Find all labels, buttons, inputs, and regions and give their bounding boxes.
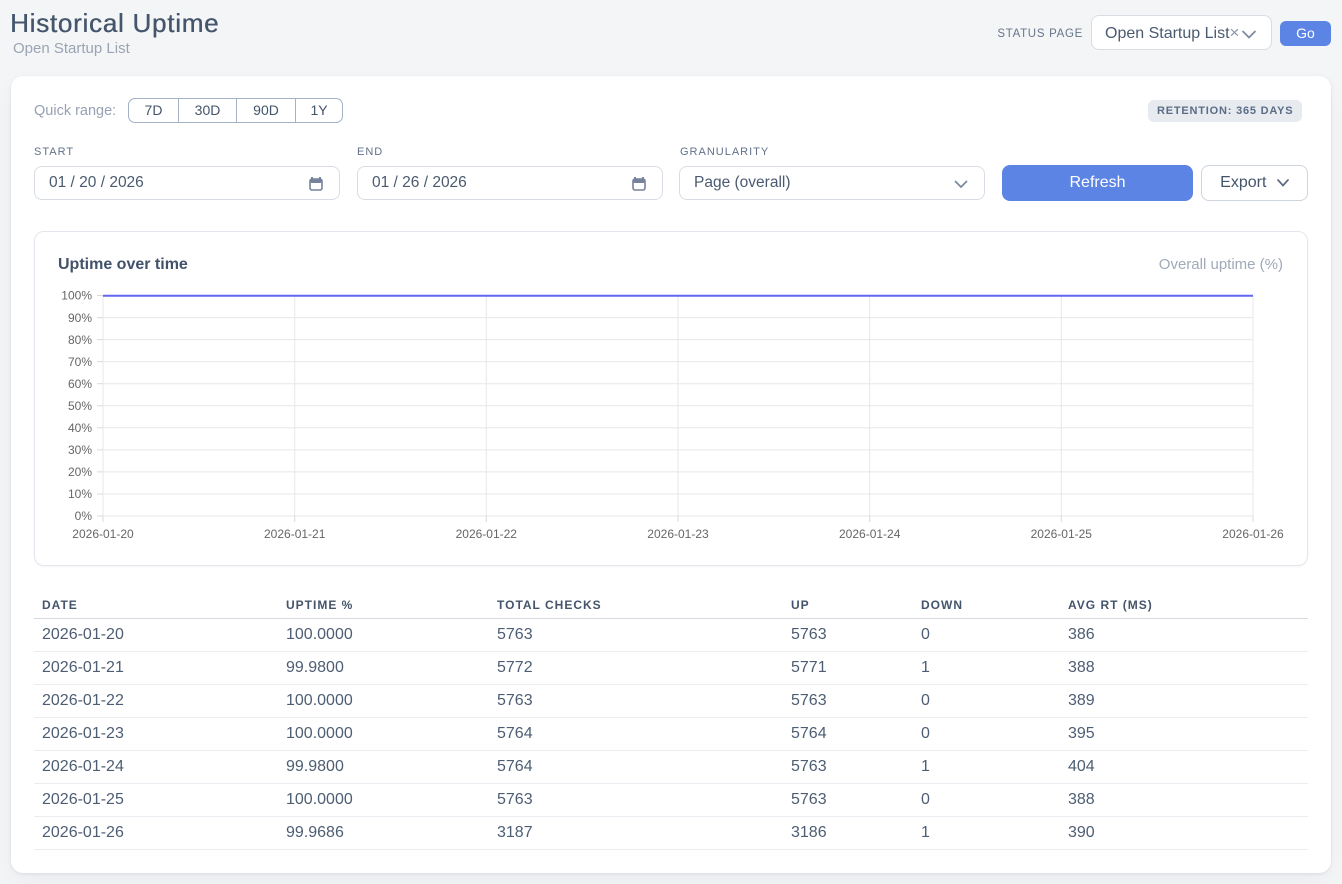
svg-text:40%: 40%	[68, 421, 92, 435]
svg-text:80%: 80%	[68, 333, 92, 347]
svg-text:70%: 70%	[68, 355, 92, 369]
svg-text:90%: 90%	[68, 311, 92, 325]
svg-text:2026-01-20: 2026-01-20	[72, 527, 134, 541]
svg-text:0%: 0%	[75, 509, 93, 523]
svg-text:100%: 100%	[61, 289, 92, 303]
svg-text:2026-01-26: 2026-01-26	[1222, 527, 1284, 541]
svg-text:2026-01-25: 2026-01-25	[1031, 527, 1093, 541]
svg-text:50%: 50%	[68, 399, 92, 413]
svg-text:60%: 60%	[68, 377, 92, 391]
svg-text:10%: 10%	[68, 487, 92, 501]
svg-text:20%: 20%	[68, 465, 92, 479]
svg-text:30%: 30%	[68, 443, 92, 457]
svg-text:2026-01-21: 2026-01-21	[264, 527, 326, 541]
svg-text:2026-01-23: 2026-01-23	[647, 527, 709, 541]
svg-text:2026-01-22: 2026-01-22	[456, 527, 518, 541]
svg-text:2026-01-24: 2026-01-24	[839, 527, 901, 541]
